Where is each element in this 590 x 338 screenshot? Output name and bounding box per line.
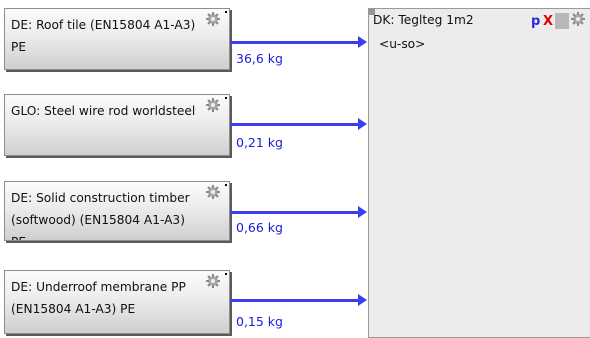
process-label: DE: Underroof membrane PP (EN15804 A1-A3… [11, 280, 186, 316]
process-box-steel-wire-rod[interactable]: GLO: Steel wire rod worldsteel [4, 94, 230, 156]
flow-amount[interactable]: 0,15 kg [236, 314, 283, 329]
target-process-title: DK: Teglteg 1m2 [373, 13, 474, 27]
connector-dot [225, 184, 227, 186]
flow-amount[interactable]: 36,6 kg [236, 51, 283, 66]
flow-arrow-head [358, 36, 367, 48]
gear-icon[interactable] [205, 184, 221, 200]
process-plan-canvas[interactable]: DE: Roof tile (EN15804 A1-A3) PE 36,6 kg… [0, 0, 590, 338]
gear-icon[interactable] [205, 97, 221, 113]
process-box-roof-tile[interactable]: DE: Roof tile (EN15804 A1-A3) PE [4, 8, 230, 70]
process-label: GLO: Steel wire rod worldsteel [11, 104, 196, 118]
flow-arrow-head [358, 206, 367, 218]
gear-icon[interactable] [205, 11, 221, 27]
gear-icon[interactable] [570, 11, 586, 27]
connector-dot [225, 11, 227, 13]
process-label: DE: Roof tile (EN15804 A1-A3) PE [11, 18, 196, 54]
flow-amount[interactable]: 0,66 kg [236, 220, 283, 235]
process-label: DE: Solid construction timber (softwood)… [11, 191, 190, 240]
p-button[interactable]: p [531, 14, 540, 29]
target-process-subtitle: <u-so> [379, 37, 426, 51]
flow-amount[interactable]: 0,21 kg [236, 135, 283, 150]
flow-arrow-head [358, 294, 367, 306]
flow-arrow-line[interactable] [230, 41, 360, 44]
flow-arrow-head [358, 118, 367, 130]
process-box-underroof-membrane[interactable]: DE: Underroof membrane PP (EN15804 A1-A3… [4, 270, 230, 334]
target-process-box[interactable]: DK: Teglteg 1m2 <u-so> p X [368, 8, 590, 338]
close-icon[interactable]: X [543, 14, 553, 29]
connector-dot [225, 273, 227, 275]
process-box-solid-construction-timber[interactable]: DE: Solid construction timber (softwood)… [4, 181, 230, 241]
flow-arrow-line[interactable] [230, 123, 360, 126]
target-color-swatch [555, 13, 569, 29]
flow-arrow-line[interactable] [230, 299, 360, 302]
flow-arrow-line[interactable] [230, 211, 360, 214]
connector-dot [225, 97, 227, 99]
gear-icon[interactable] [205, 273, 221, 289]
